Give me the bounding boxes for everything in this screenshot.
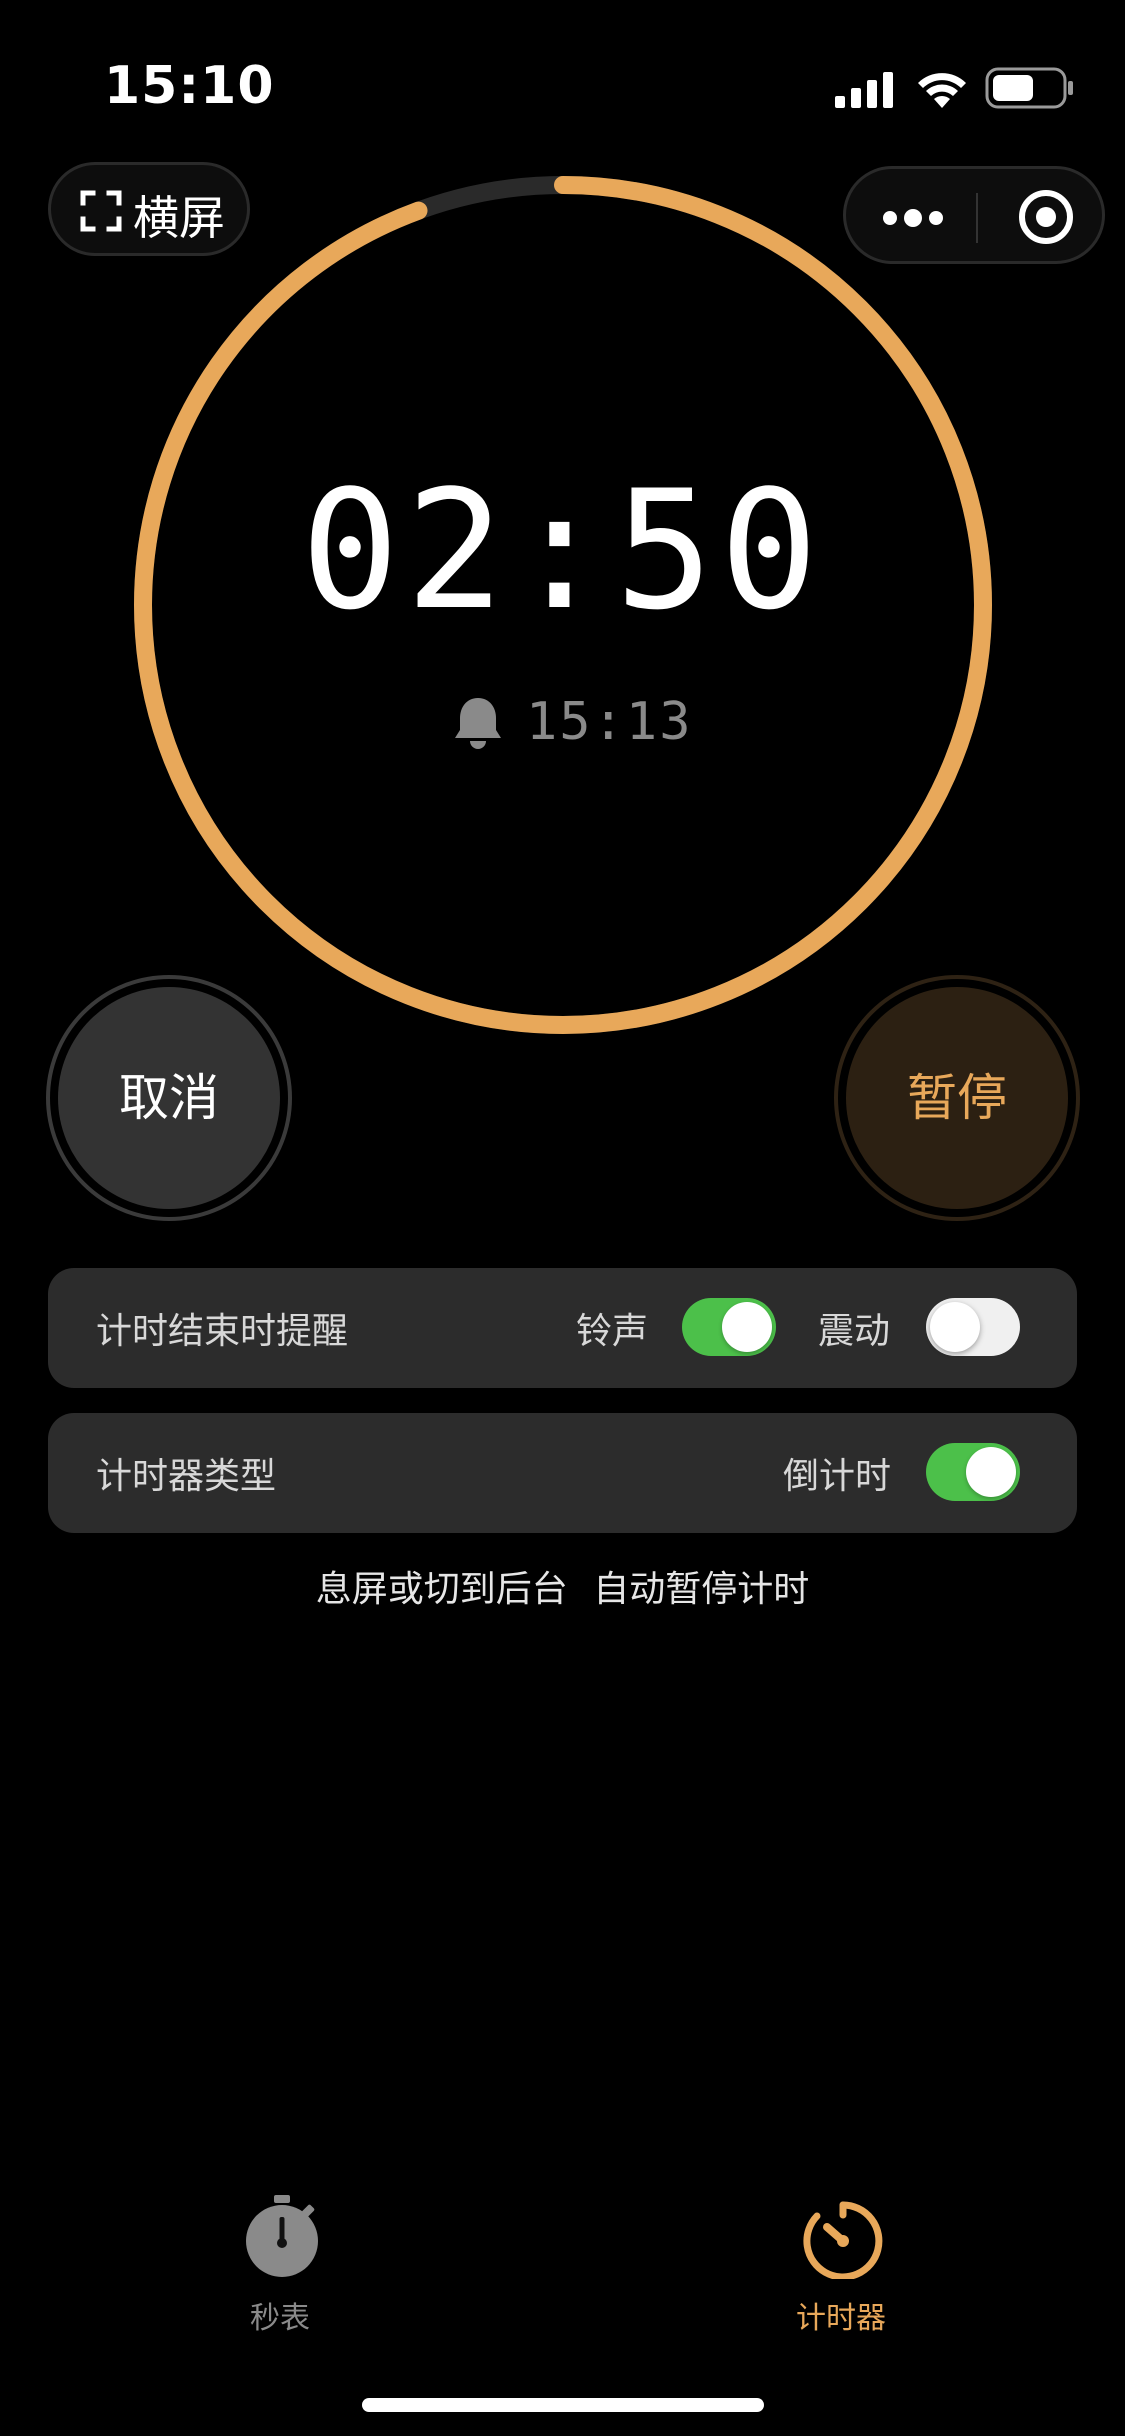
timer-type-title: 计时器类型 [96, 1456, 277, 1497]
pause-button-label: 暂停 [907, 1069, 1007, 1127]
background-pause-hint: 息屏或切到后台 自动暂停计时 [315, 1569, 810, 1610]
timer-type-panel: 计时器类型 倒计时 [48, 1413, 1077, 1533]
vibrate-toggle[interactable] [926, 1298, 1020, 1356]
ring-label: 铃声 [576, 1311, 649, 1352]
reminder-title: 计时结束时提醒 [96, 1311, 349, 1352]
cancel-button-face[interactable]: 取消 [58, 987, 280, 1209]
alarm-time-row: 15:13 [452, 690, 712, 760]
tab-stopwatch-label: 秒表 [250, 2301, 310, 2336]
tab-timer[interactable]: 计时器 [741, 2195, 941, 2345]
stopwatch-icon [246, 2195, 318, 2277]
cancel-button-label: 取消 [119, 1069, 219, 1127]
reminder-panel: 计时结束时提醒 铃声 震动 [48, 1268, 1077, 1388]
cancel-button[interactable]: 取消 [46, 975, 292, 1221]
pause-button[interactable]: 暂停 [834, 975, 1080, 1221]
home-indicator [362, 2398, 764, 2412]
vibrate-toggle-knob [930, 1302, 980, 1352]
countdown-mode-toggle-knob [966, 1447, 1016, 1497]
countdown-mode-toggle[interactable] [926, 1443, 1020, 1501]
vibrate-label: 震动 [818, 1311, 891, 1352]
timer-icon [803, 2201, 883, 2279]
ring-toggle-knob [722, 1302, 772, 1352]
countdown-display: 02:50 [300, 455, 825, 646]
alarm-time: 15:13 [526, 692, 693, 752]
tab-stopwatch[interactable]: 秒表 [180, 2195, 380, 2345]
tab-timer-label: 计时器 [796, 2301, 886, 2336]
bell-icon [455, 698, 501, 749]
ring-toggle[interactable] [682, 1298, 776, 1356]
countdown-mode-label: 倒计时 [783, 1456, 892, 1497]
pause-button-face[interactable]: 暂停 [846, 987, 1068, 1209]
